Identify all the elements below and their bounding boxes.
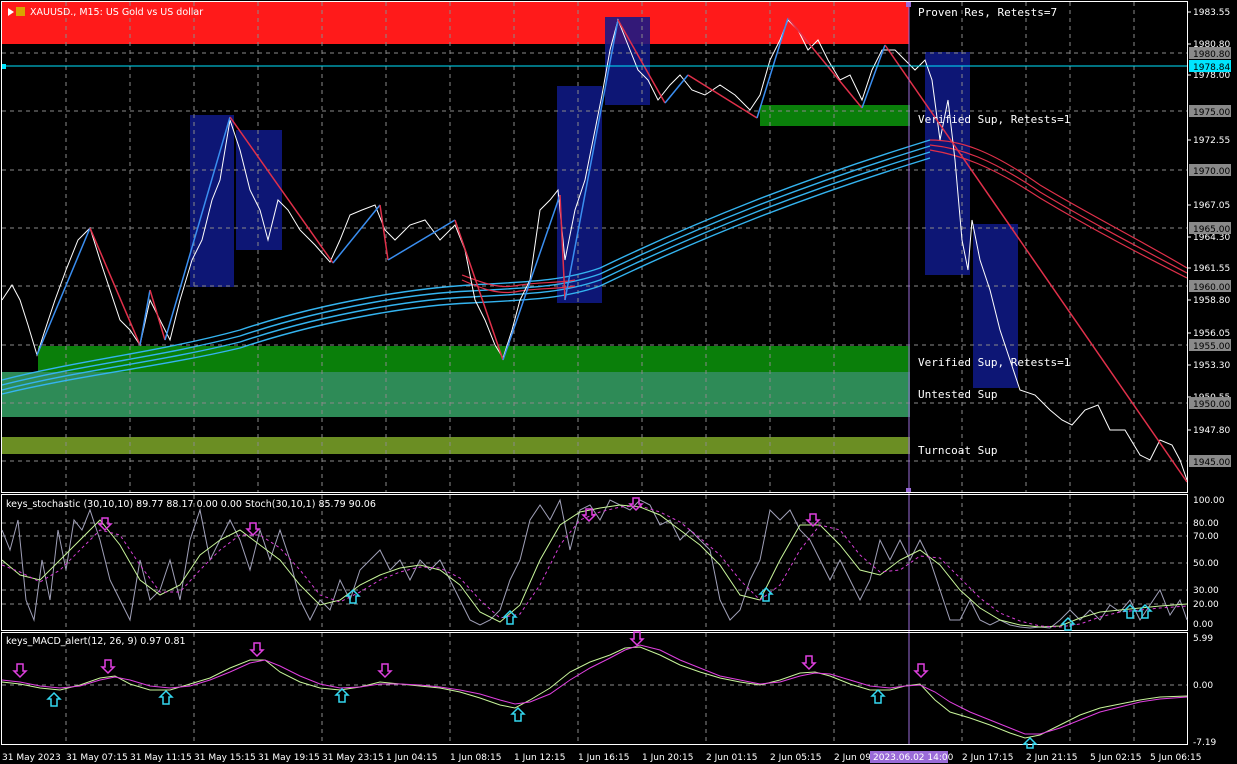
macd-label: keys_MACD_alert(12, 26, 9) 0.97 0.81 [6, 636, 186, 647]
zone-label-verified-sup-upper: Verified Sup, Retests=1 [918, 113, 1070, 126]
price-tick: 1983.55 [1193, 8, 1230, 18]
svg-text:1970.00: 1970.00 [1193, 167, 1230, 177]
time-tick: 31 May 2023 [2, 753, 61, 763]
crosshair-time-label: 2023.06.02 14:00 [873, 753, 954, 763]
svg-text:1965.00: 1965.00 [1193, 225, 1230, 235]
time-tick: 5 Jun 02:15 [1090, 753, 1141, 763]
verified-support-zone-lower [38, 346, 910, 372]
price-tick: 1958.80 [1193, 296, 1230, 306]
time-tick: 31 May 15:15 [194, 753, 256, 763]
time-tick: 31 May 11:15 [130, 753, 192, 763]
svg-text:0.00: 0.00 [1193, 681, 1213, 691]
current-price-label: 1978.84 [1193, 63, 1230, 73]
svg-text:80.00: 80.00 [1193, 519, 1219, 529]
price-axis[interactable]: 1983.55 1980.80 1978.00 1972.55 1967.05 … [1187, 8, 1231, 468]
time-tick: 1 Jun 08:15 [450, 753, 501, 763]
svg-text:0.00: 0.00 [1193, 620, 1213, 630]
svg-text:1950.00: 1950.00 [1193, 400, 1230, 410]
time-tick: 1 Jun 20:15 [642, 753, 693, 763]
time-tick: 5 Jun 06:15 [1150, 753, 1201, 763]
price-tick: 1961.55 [1193, 264, 1230, 274]
zone-label-untested-sup: Untested Sup [918, 388, 997, 401]
price-tick: 1972.55 [1193, 136, 1230, 146]
time-tick: 2 Jun 21:15 [1026, 753, 1077, 763]
svg-text:30.00: 30.00 [1193, 586, 1219, 596]
time-tick: 1 Jun 04:15 [386, 753, 437, 763]
turncoat-support-zone [2, 437, 910, 454]
time-tick: 2 Jun 17:15 [962, 753, 1013, 763]
svg-text:1980.80: 1980.80 [1193, 50, 1230, 60]
svg-text:50.00: 50.00 [1193, 559, 1219, 569]
price-tick: 1947.80 [1193, 426, 1230, 436]
svg-text:20.00: 20.00 [1193, 600, 1219, 610]
symbol-title-text: XAUUSD., M15: US Gold vs US dollar [30, 7, 203, 18]
time-tick: 1 Jun 12:15 [514, 753, 565, 763]
symbol-title: XAUUSD., M15: US Gold vs US dollar [8, 7, 203, 18]
zone-label-turncoat-sup: Turncoat Sup [918, 444, 997, 457]
time-tick: 2 Jun 05:15 [770, 753, 821, 763]
svg-text:1975.00: 1975.00 [1193, 108, 1230, 118]
trading-chart[interactable]: Proven Res, Retests=7 Verified Sup, Rete… [0, 0, 1237, 764]
verified-support-zone-upper [760, 105, 910, 126]
svg-text:5.99: 5.99 [1193, 634, 1213, 644]
svg-text:1955.00: 1955.00 [1193, 342, 1230, 352]
time-tick: 31 May 19:15 [258, 753, 320, 763]
time-tick: 31 May 23:15 [322, 753, 384, 763]
crosshair-handle-top[interactable] [906, 2, 911, 7]
svg-text:-7.19: -7.19 [1193, 738, 1217, 748]
svg-text:100.00: 100.00 [1193, 496, 1225, 506]
price-tick: 1956.05 [1193, 329, 1230, 339]
time-tick: 2 Jun 01:15 [706, 753, 757, 763]
untested-support-zone [2, 372, 910, 417]
zone-label-verified-sup-lower: Verified Sup, Retests=1 [918, 356, 1070, 369]
price-tick: 1953.30 [1193, 361, 1230, 371]
symbol-icon [16, 7, 25, 16]
svg-text:1960.00: 1960.00 [1193, 283, 1230, 293]
svg-text:70.00: 70.00 [1193, 532, 1219, 542]
time-tick: 31 May 07:15 [66, 753, 128, 763]
time-tick: 1 Jun 16:15 [578, 753, 629, 763]
price-tick: 1967.05 [1193, 201, 1230, 211]
stochastic-label: keys_stochastic (30,10,10) 89.77 88.17 0… [6, 499, 376, 510]
zone-label-proven-res: Proven Res, Retests=7 [918, 6, 1057, 19]
svg-text:1945.00: 1945.00 [1193, 458, 1230, 468]
